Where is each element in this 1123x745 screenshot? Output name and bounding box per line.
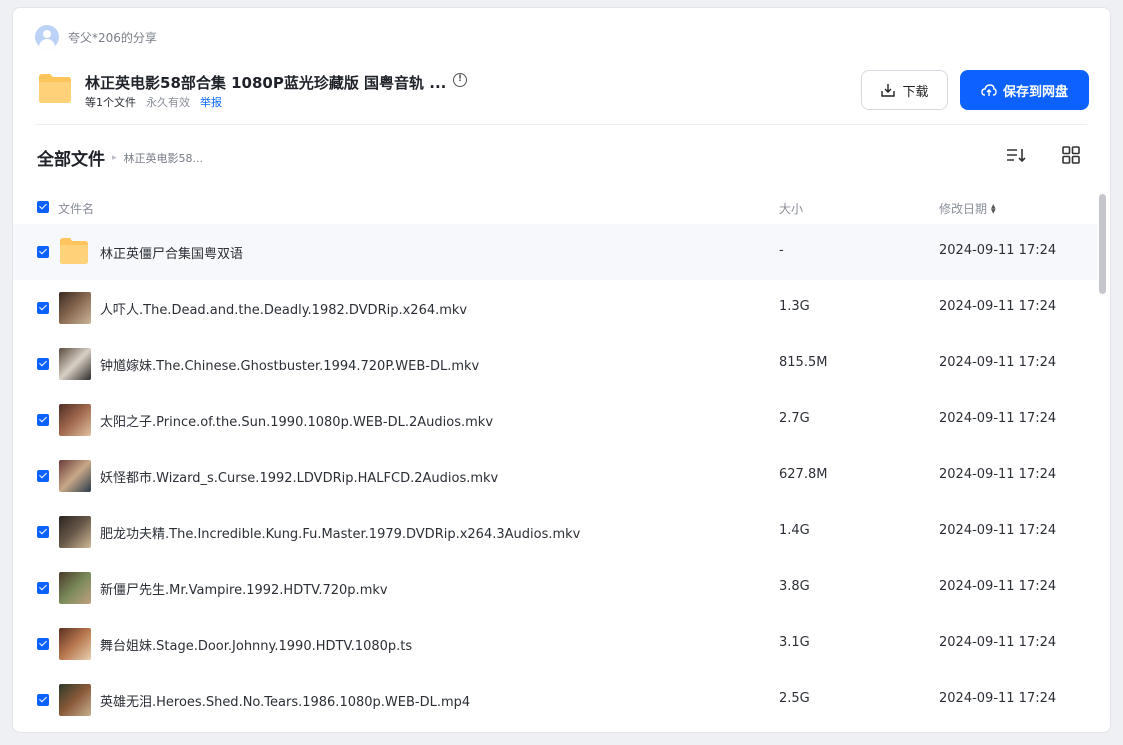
row-checkbox[interactable] <box>37 302 49 314</box>
save-label: 保存到网盘 <box>1002 84 1068 100</box>
share-meta: 等1个文件 永久有效 举报 <box>85 94 222 110</box>
file-name[interactable]: 林正英僵尸合集国粤双语 <box>100 243 243 262</box>
video-thumbnail <box>59 516 91 548</box>
table-row[interactable]: 英雄无泪.Heroes.Shed.No.Tears.1986.1080p.WEB… <box>13 672 1098 728</box>
table-row[interactable]: 妖怪都市.Wizard_s.Curse.1992.LDVDRip.HALFCD.… <box>13 448 1098 504</box>
column-date[interactable]: 修改日期 ▲ ▼ <box>939 200 996 217</box>
scrollbar[interactable] <box>1099 194 1106 294</box>
report-link[interactable]: 举报 <box>200 94 222 110</box>
avatar[interactable] <box>35 25 59 49</box>
file-date: 2024-09-11 17:24 <box>939 411 1057 426</box>
file-date: 2024-09-11 17:24 <box>939 243 1057 258</box>
file-name[interactable]: 人吓人.The.Dead.and.the.Deadly.1982.DVDRip.… <box>100 299 467 318</box>
file-name[interactable]: 太阳之子.Prince.of.the.Sun.1990.1080p.WEB-DL… <box>100 411 493 430</box>
video-thumbnail <box>59 404 91 436</box>
table-row[interactable]: 钟馗嫁妹.The.Chinese.Ghostbuster.1994.720P.W… <box>13 336 1098 392</box>
row-checkbox[interactable] <box>37 694 49 706</box>
save-to-drive-button[interactable]: 保存到网盘 <box>960 70 1089 110</box>
file-list: 林正英僵尸合集国粤双语 - 2024-09-11 17:24 人吓人.The.Dead… <box>13 224 1098 728</box>
sort-icon[interactable] <box>1005 145 1027 165</box>
file-name[interactable]: 新僵尸先生.Mr.Vampire.1992.HDTV.720p.mkv <box>100 579 388 598</box>
breadcrumb-root[interactable]: 全部文件 <box>37 145 105 170</box>
file-date: 2024-09-11 17:24 <box>939 691 1057 706</box>
table-header: 文件名 大小 修改日期 ▲ ▼ <box>13 190 1098 226</box>
sharer-name: 夸父*206的分享 <box>68 30 157 45</box>
sort-caret-icon: ▲ ▼ <box>991 202 996 215</box>
folder-icon <box>39 74 71 103</box>
folder-icon <box>60 238 88 264</box>
file-size: 815.5M <box>779 355 828 370</box>
share-title: 林正英电影58部合集 1080P蓝光珍藏版 国粤音轨 ... <box>85 74 447 92</box>
video-thumbnail <box>59 628 91 660</box>
column-date-label: 修改日期 <box>939 202 988 216</box>
sharer-info: 夸父*206的分享 <box>35 25 157 49</box>
file-size: 3.1G <box>779 635 810 650</box>
table-row[interactable]: 人吓人.The.Dead.and.the.Deadly.1982.DVDRip.… <box>13 280 1098 336</box>
file-size: - <box>779 243 784 258</box>
breadcrumb-separator: ▸ <box>112 152 117 163</box>
file-date: 2024-09-11 17:24 <box>939 355 1057 370</box>
video-thumbnail <box>59 460 91 492</box>
video-thumbnail <box>59 292 91 324</box>
video-thumbnail <box>59 572 91 604</box>
file-date: 2024-09-11 17:24 <box>939 523 1057 538</box>
file-size: 1.4G <box>779 523 810 538</box>
download-label: 下载 <box>902 84 929 100</box>
video-thumbnail <box>59 348 91 380</box>
validity-text: 永久有效 <box>146 96 190 109</box>
breadcrumb: 全部文件 ▸ 林正英电影58... <box>37 145 203 170</box>
file-name[interactable]: 妖怪都市.Wizard_s.Curse.1992.LDVDRip.HALFCD.… <box>100 467 498 486</box>
video-thumbnail <box>59 684 91 716</box>
table-row[interactable]: 林正英僵尸合集国粤双语 - 2024-09-11 17:24 <box>13 224 1098 280</box>
file-name[interactable]: 肥龙功夫精.The.Incredible.Kung.Fu.Master.1979… <box>100 523 580 542</box>
download-icon <box>881 84 896 97</box>
row-checkbox[interactable] <box>37 582 49 594</box>
row-checkbox[interactable] <box>37 470 49 482</box>
download-button[interactable]: 下载 <box>861 70 948 110</box>
row-checkbox[interactable] <box>37 358 49 370</box>
column-size[interactable]: 大小 <box>779 200 803 217</box>
file-count: 等1个文件 <box>85 96 136 109</box>
file-size: 3.8G <box>779 579 810 594</box>
file-date: 2024-09-11 17:24 <box>939 579 1057 594</box>
row-checkbox[interactable] <box>37 638 49 650</box>
row-checkbox[interactable] <box>37 246 49 258</box>
file-date: 2024-09-11 17:24 <box>939 467 1057 482</box>
info-icon[interactable]: ! <box>453 73 467 87</box>
file-name[interactable]: 舞台姐妹.Stage.Door.Johnny.1990.HDTV.1080p.t… <box>100 635 412 654</box>
table-row[interactable]: 新僵尸先生.Mr.Vampire.1992.HDTV.720p.mkv 3.8G 2… <box>13 560 1098 616</box>
file-date: 2024-09-11 17:24 <box>939 635 1057 650</box>
file-size: 1.3G <box>779 299 810 314</box>
cloud-upload-icon <box>981 84 997 96</box>
file-size: 2.7G <box>779 411 810 426</box>
file-name[interactable]: 钟馗嫁妹.The.Chinese.Ghostbuster.1994.720P.W… <box>100 355 479 374</box>
breadcrumb-current[interactable]: 林正英电影58... <box>124 150 204 166</box>
table-row[interactable]: 肥龙功夫精.The.Incredible.Kung.Fu.Master.1979… <box>13 504 1098 560</box>
file-size: 627.8M <box>779 467 828 482</box>
file-date: 2024-09-11 17:24 <box>939 299 1057 314</box>
select-all-checkbox[interactable] <box>37 201 49 213</box>
table-row[interactable]: 舞台姐妹.Stage.Door.Johnny.1990.HDTV.1080p.t… <box>13 616 1098 672</box>
divider <box>35 124 1087 125</box>
file-size: 2.5G <box>779 691 810 706</box>
table-row[interactable]: 太阳之子.Prince.of.the.Sun.1990.1080p.WEB-DL… <box>13 392 1098 448</box>
row-checkbox[interactable] <box>37 414 49 426</box>
row-checkbox[interactable] <box>37 526 49 538</box>
file-name[interactable]: 英雄无泪.Heroes.Shed.No.Tears.1986.1080p.WEB… <box>100 691 470 710</box>
column-name[interactable]: 文件名 <box>58 200 94 217</box>
grid-view-icon[interactable] <box>1061 145 1081 165</box>
share-card: 夸父*206的分享 林正英电影58部合集 1080P蓝光珍藏版 国粤音轨 ...… <box>12 7 1111 733</box>
